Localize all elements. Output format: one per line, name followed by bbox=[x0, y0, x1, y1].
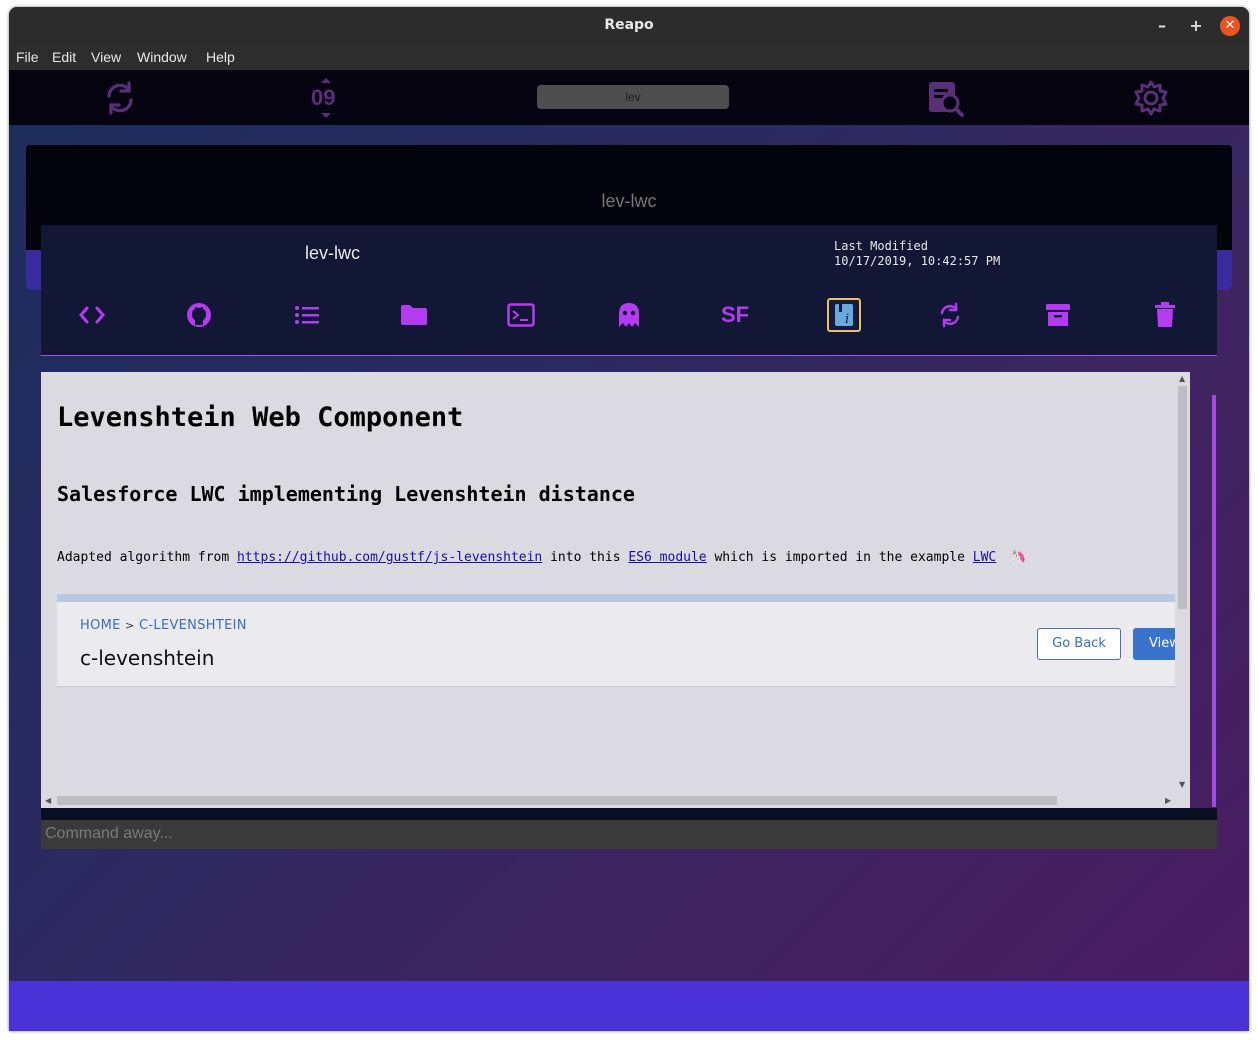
minimize-button[interactable]: – bbox=[1152, 16, 1172, 36]
readme-info-icon[interactable]: i bbox=[827, 298, 861, 332]
embedded-screenshot: HOME > C-LEVENSHTEIN c-levenshtein Go Ba… bbox=[57, 602, 1190, 687]
para-text: which is imported in the example bbox=[706, 550, 973, 565]
window-title: Reapo bbox=[604, 17, 654, 33]
horizontal-scroll-thumb[interactable] bbox=[57, 796, 1057, 805]
trash-icon[interactable] bbox=[1147, 297, 1183, 333]
readme-heading: Levenshtein Web Component bbox=[57, 402, 464, 433]
maximize-button[interactable]: + bbox=[1186, 16, 1206, 36]
ghost-icon[interactable] bbox=[611, 297, 647, 333]
readme-viewer[interactable]: Levenshtein Web Component Salesforce LWC… bbox=[41, 372, 1190, 808]
breadcrumb: HOME > C-LEVENSHTEIN bbox=[80, 618, 247, 633]
repo-count-label: 09 bbox=[311, 85, 336, 110]
para-text: Adapted algorithm from bbox=[57, 550, 238, 565]
vertical-scrollbar[interactable]: ▲ ▼ bbox=[1175, 372, 1190, 808]
list-icon[interactable] bbox=[289, 297, 325, 333]
main-content: lev-lwc lev-lwc Last Modified 10/17/2019… bbox=[9, 125, 1249, 981]
unicorn-icon: 🦄 bbox=[1010, 550, 1027, 565]
folder-icon[interactable] bbox=[396, 297, 432, 333]
search-input[interactable]: lev bbox=[537, 85, 729, 109]
menu-window[interactable]: Window bbox=[137, 49, 187, 65]
readme-subheading: Salesforce LWC implementing Levenshtein … bbox=[57, 482, 635, 506]
app-window: Reapo – + ✕ File Edit View Window Help 0… bbox=[9, 7, 1249, 1031]
refresh-icon[interactable] bbox=[100, 78, 140, 118]
github-link[interactable]: https://github.com/gustf/js-levenshtein bbox=[237, 550, 542, 565]
repo-count-indicator[interactable]: 09 bbox=[306, 78, 346, 118]
menu-help[interactable]: Help bbox=[206, 49, 235, 65]
close-button[interactable]: ✕ bbox=[1220, 16, 1240, 36]
lwc-link[interactable]: LWC bbox=[973, 550, 996, 565]
menu-bar: File Edit View Window Help bbox=[9, 44, 1249, 70]
component-title: c-levenshtein bbox=[80, 646, 215, 670]
svg-text:i: i bbox=[845, 312, 849, 327]
gear-icon[interactable] bbox=[1131, 78, 1171, 118]
title-bar: Reapo – + ✕ bbox=[9, 7, 1249, 44]
repo-name: lev-lwc bbox=[305, 243, 361, 263]
menu-file[interactable]: File bbox=[16, 49, 39, 65]
command-separator bbox=[41, 808, 1217, 820]
readme-paragraph: Adapted algorithm from https://github.co… bbox=[57, 550, 1026, 565]
bottom-bar bbox=[9, 981, 1249, 1031]
search-document-icon[interactable] bbox=[926, 78, 966, 118]
github-icon[interactable] bbox=[181, 297, 217, 333]
vertical-scroll-thumb[interactable] bbox=[1178, 386, 1187, 609]
menu-edit[interactable]: Edit bbox=[52, 49, 76, 65]
command-bar[interactable]: Command away... bbox=[41, 820, 1217, 849]
command-input[interactable]: Command away... bbox=[45, 825, 173, 843]
breadcrumb-current: C-LEVENSHTEIN bbox=[139, 618, 247, 633]
es6-module-link[interactable]: ES6 module bbox=[628, 550, 706, 565]
last-modified-value: 10/17/2019, 10:42:57 PM bbox=[834, 254, 1001, 268]
main-toolbar: 09 lev bbox=[9, 70, 1249, 125]
scroll-up-icon[interactable]: ▲ bbox=[1179, 374, 1185, 383]
scroll-right-icon[interactable]: ▶ bbox=[1165, 796, 1171, 805]
last-modified: Last Modified 10/17/2019, 10:42:57 PM bbox=[834, 239, 1000, 269]
menu-view[interactable]: View bbox=[91, 49, 121, 65]
scroll-left-icon[interactable]: ◀ bbox=[45, 796, 51, 805]
breadcrumb-separator: > bbox=[125, 619, 135, 632]
breadcrumb-home: HOME bbox=[80, 618, 121, 633]
code-icon[interactable] bbox=[74, 297, 110, 333]
sf-label: SF bbox=[720, 302, 750, 327]
salesforce-sf-button[interactable]: SF bbox=[717, 297, 753, 333]
archive-icon[interactable] bbox=[1040, 297, 1076, 333]
panel-accent-bar bbox=[1212, 395, 1216, 807]
para-text: into this bbox=[542, 550, 629, 565]
refresh-icon[interactable] bbox=[932, 297, 968, 333]
last-modified-label: Last Modified bbox=[834, 239, 928, 253]
go-back-button: Go Back bbox=[1037, 628, 1121, 660]
scroll-down-icon[interactable]: ▼ bbox=[1179, 780, 1185, 789]
terminal-icon[interactable] bbox=[503, 297, 539, 333]
repo-detail-panel: lev-lwc Last Modified 10/17/2019, 10:42:… bbox=[41, 225, 1217, 356]
embed-divider bbox=[57, 594, 1175, 602]
repo-card-title: lev-lwc bbox=[601, 191, 657, 211]
